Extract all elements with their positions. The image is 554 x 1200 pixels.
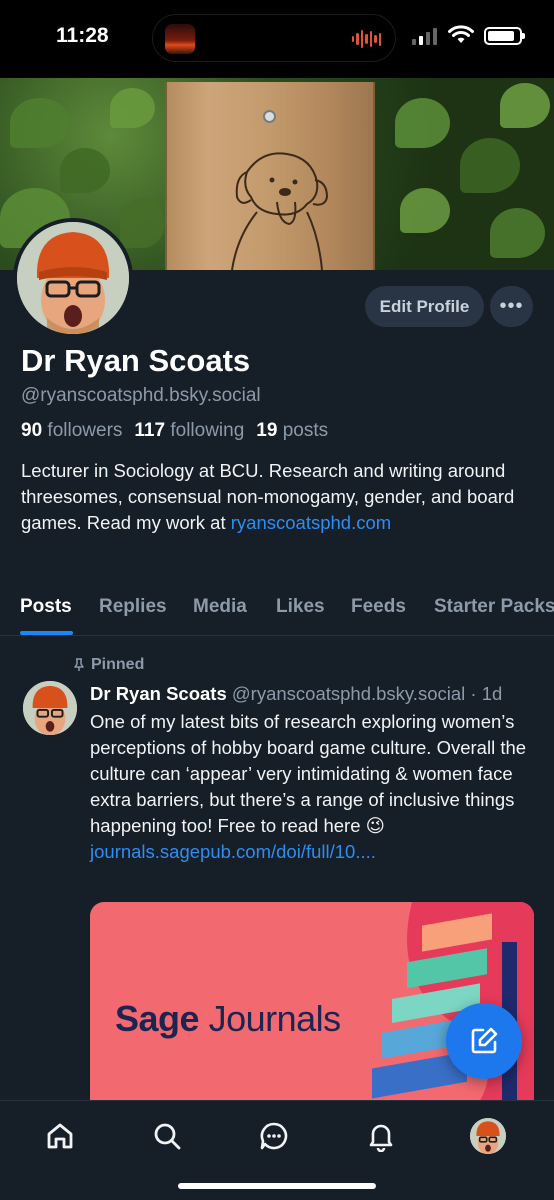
compose-icon (471, 1027, 498, 1054)
post-author-name[interactable]: Dr Ryan Scoats (90, 683, 227, 704)
embed-brand-bold: Sage (115, 998, 200, 1039)
avatar-photo (17, 222, 129, 334)
dog-drawing (231, 152, 329, 270)
more-options-button[interactable]: ••• (490, 286, 533, 327)
post-author-avatar[interactable] (23, 681, 77, 735)
pinned-label: Pinned (91, 656, 145, 673)
nav-home[interactable] (43, 1119, 77, 1153)
tab-feeds[interactable]: Feeds (351, 596, 406, 618)
post-body: One of my latest bits of research explor… (90, 709, 540, 865)
profile-tabs: Posts Replies Media Likes Feeds Starter … (0, 588, 554, 636)
home-icon (47, 1123, 73, 1149)
nav-notifications[interactable] (364, 1119, 398, 1153)
profile-handle: @ryanscoatsphd.bsky.social (21, 385, 261, 406)
post-timestamp[interactable]: 1d (482, 683, 503, 704)
battery-icon (484, 27, 525, 45)
post-link[interactable]: journals.sagepub.com/doi/full/10.... (90, 841, 376, 862)
wifi-icon (448, 25, 474, 43)
profile-display-name: Dr Ryan Scoats (21, 343, 251, 378)
profile-stats: 90 followers 117 following 19 posts (21, 420, 328, 442)
nav-search[interactable] (150, 1119, 184, 1153)
screw (263, 110, 276, 123)
following-count: 117 (134, 420, 166, 441)
bio-link[interactable]: ryanscoatsphd.com (231, 512, 391, 533)
avatar-photo (23, 681, 77, 735)
profile-bio: Lecturer in Sociology at BCU. Research a… (21, 458, 531, 536)
wooden-post (165, 82, 375, 270)
following-stat[interactable]: 117 following (134, 420, 244, 442)
bell-icon (369, 1124, 393, 1152)
post-header: Dr Ryan Scoats @ryanscoatsphd.bsky.socia… (90, 683, 550, 705)
following-label: following (170, 420, 245, 441)
embed-logo: Sage Journals (115, 998, 341, 1040)
posts-stat: 19 posts (256, 420, 328, 442)
followers-label: followers (47, 420, 123, 441)
tab-starter-packs[interactable]: Starter Packs (434, 596, 554, 618)
audio-wave-icon (351, 29, 381, 49)
tab-replies[interactable]: Replies (99, 596, 167, 618)
tab-likes[interactable]: Likes (276, 596, 325, 618)
embed-artwork (372, 902, 534, 1112)
post-text: One of my latest bits of research explor… (90, 711, 527, 836)
dynamic-island[interactable] (152, 14, 396, 62)
followers-stat[interactable]: 90 followers (21, 420, 122, 442)
status-bar: 11:28 (0, 0, 554, 78)
edit-profile-button[interactable]: Edit Profile (365, 286, 484, 327)
more-icon: ••• (499, 295, 524, 317)
pin-icon (74, 658, 84, 671)
followers-count: 90 (21, 420, 43, 441)
compose-button[interactable] (446, 1003, 522, 1079)
embed-brand-light: Journals (208, 998, 342, 1039)
cellular-signal-icon (412, 27, 437, 45)
pinned-indicator: Pinned (73, 656, 144, 674)
post-author-handle[interactable]: @ryanscoatsphd.bsky.social (232, 683, 465, 704)
status-time: 11:28 (56, 24, 109, 47)
post-separator: · (470, 683, 477, 704)
posts-count: 19 (256, 420, 278, 441)
avatar-photo (470, 1118, 506, 1154)
home-indicator[interactable] (178, 1183, 376, 1189)
tab-posts[interactable]: Posts (20, 596, 72, 618)
posts-label: posts (282, 420, 329, 441)
search-icon (154, 1123, 181, 1150)
active-tab-indicator (20, 631, 73, 635)
tab-media[interactable]: Media (193, 596, 247, 618)
now-playing-artwork (165, 24, 195, 54)
chat-icon (260, 1122, 288, 1150)
nav-chat[interactable] (257, 1119, 291, 1153)
nav-profile-avatar[interactable] (470, 1118, 506, 1154)
profile-avatar[interactable] (13, 218, 133, 338)
